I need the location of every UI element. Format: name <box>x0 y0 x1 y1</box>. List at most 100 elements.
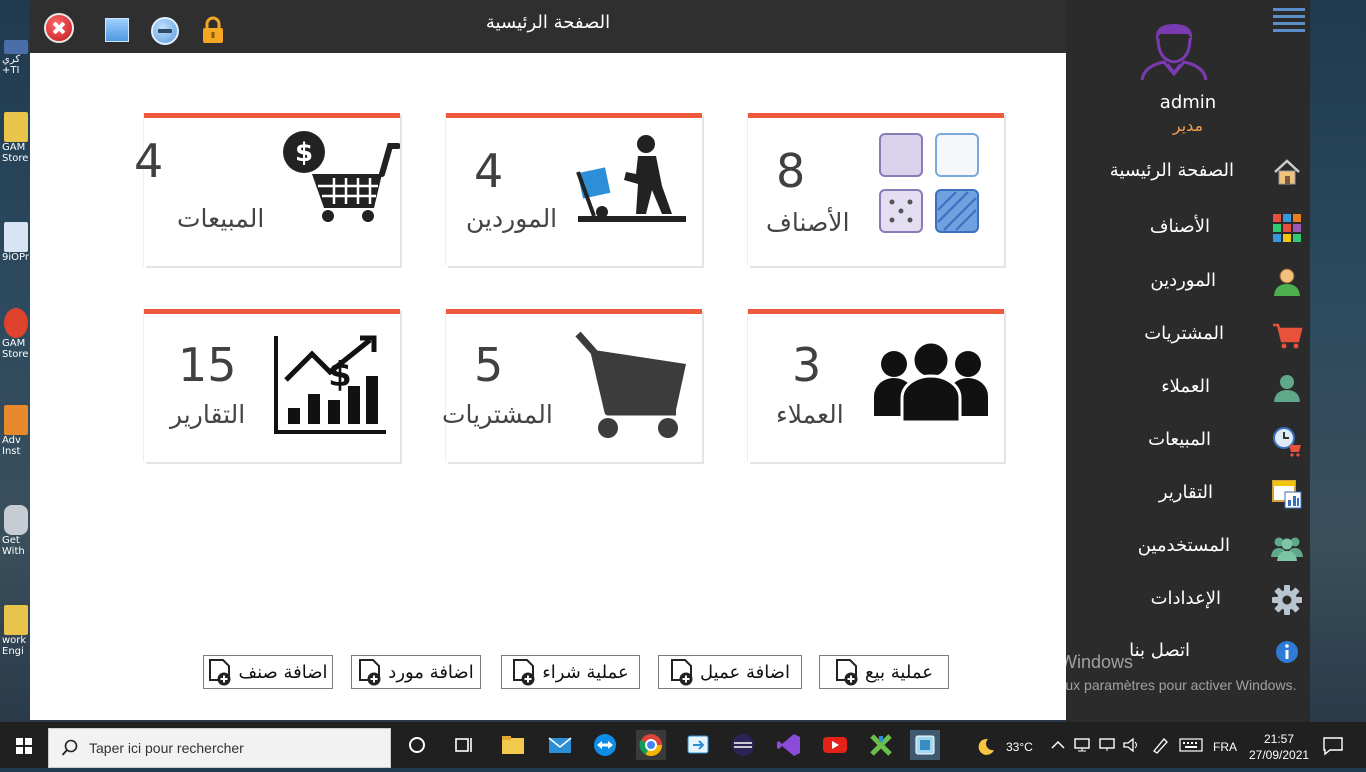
weather-temperature[interactable]: 33°C <box>1006 740 1033 754</box>
add-supplier-button[interactable]: اضافة مورد <box>351 655 481 689</box>
task-view-icon[interactable] <box>402 730 432 760</box>
card-categories[interactable]: 8 الأصناف <box>748 113 1004 266</box>
add-document-icon <box>513 659 535 686</box>
nav-label: الإعدادات <box>1150 588 1221 609</box>
nav-label: اتصل بنا <box>1129 640 1190 661</box>
desktop-icon[interactable]: work Engi <box>2 605 32 657</box>
user-name: admin <box>1159 92 1217 113</box>
card-sales[interactable]: 4 المبيعات $ <box>134 113 400 266</box>
activation-watermark-title: Activer Windows <box>1000 652 1134 672</box>
pen-icon[interactable] <box>1150 736 1170 754</box>
card-value: 3 <box>792 338 822 392</box>
eclipse-icon[interactable] <box>728 730 758 760</box>
start-button[interactable] <box>0 722 48 768</box>
nav-item-sales[interactable]: المبيعات <box>1066 421 1310 461</box>
card-value: 4 <box>474 144 504 198</box>
cart-icon <box>1273 323 1303 349</box>
activation-watermark-text: Accédez aux paramètres pour activer Wind… <box>1000 677 1297 693</box>
clock-date[interactable]: 27/09/2021 <box>1249 748 1309 762</box>
mail-icon[interactable] <box>545 730 575 760</box>
nav-item-home[interactable]: الصفحة الرئيسية <box>1066 152 1310 192</box>
volume-icon[interactable] <box>1121 737 1141 753</box>
window-title: الصفحة الرئيسية <box>485 12 611 33</box>
nav-item-settings[interactable]: الإعدادات <box>1066 580 1310 620</box>
users-group-icon <box>1271 537 1303 561</box>
nav-label: الموردين <box>1150 270 1216 291</box>
keyboard-icon[interactable] <box>1179 738 1203 752</box>
nav-item-users[interactable]: المستخدمين <box>1066 527 1310 567</box>
desktop-icon[interactable]: 9iOPr <box>2 222 32 263</box>
active-app-icon[interactable] <box>910 730 940 760</box>
shopping-cart-icon <box>575 331 686 438</box>
sale-operation-button[interactable]: عملية بيع <box>819 655 949 689</box>
tray-chevron-up-icon[interactable] <box>1049 738 1067 752</box>
desktop-icon[interactable]: GAM Store <box>2 112 32 164</box>
growth-chart-icon: $ <box>274 335 386 434</box>
nav-label: العملاء <box>1161 376 1210 397</box>
gear-icon <box>1272 585 1302 615</box>
add-document-icon <box>209 659 231 686</box>
customer-person-icon <box>1274 375 1300 402</box>
nav-label: التقارير <box>1158 482 1213 503</box>
card-value: 8 <box>776 144 806 198</box>
sales-clock-cart-icon <box>1273 427 1301 457</box>
card-value: 5 <box>474 338 504 392</box>
info-icon <box>1276 641 1298 663</box>
desktop-icon[interactable]: GAM Store <box>2 308 32 360</box>
main-content: 4 المبيعات $ 4 الموردين 8 الأصناف 15 الت… <box>30 53 1066 720</box>
desktop-icon[interactable]: Get With <box>2 505 32 557</box>
hand-truck-icon <box>576 135 686 222</box>
card-label: الموردين <box>466 204 558 233</box>
card-value: 4 <box>134 134 164 188</box>
app-cross-icon[interactable] <box>866 730 896 760</box>
add-document-icon <box>359 659 381 686</box>
nav-item-suppliers[interactable]: الموردين <box>1066 262 1310 302</box>
taskbar: Taper ici pour rechercher 33°C FRA 21:57… <box>0 722 1366 768</box>
nav-item-reports[interactable]: التقارير <box>1066 474 1310 514</box>
taskbar-search-input[interactable]: Taper ici pour rechercher <box>48 728 391 768</box>
timeline-icon[interactable] <box>449 730 479 760</box>
teamviewer-icon[interactable] <box>590 730 620 760</box>
home-icon <box>1274 159 1300 185</box>
customers-group-icon <box>874 340 988 422</box>
card-suppliers[interactable]: 4 الموردين <box>446 113 702 266</box>
user-role: مدير <box>1172 116 1204 135</box>
card-purchases[interactable]: 5 المشتريات <box>442 309 702 462</box>
network-icon[interactable] <box>1073 737 1093 753</box>
desktop-icon[interactable]: كري +TI <box>2 40 32 76</box>
windows-logo-icon <box>16 738 32 754</box>
add-category-button[interactable]: اضافة صنف <box>203 655 333 689</box>
cart-dollar-icon: $ <box>283 131 400 222</box>
categories-grid-icon <box>879 133 979 233</box>
display-icon[interactable] <box>1097 737 1117 753</box>
remote-app-icon[interactable] <box>683 730 713 760</box>
sidebar: admin مدير الصفحة الرئيسية الأصناف المور… <box>1066 0 1310 722</box>
clock-time[interactable]: 21:57 <box>1264 732 1294 746</box>
categories-icon <box>1273 214 1301 242</box>
card-value: 15 <box>178 338 237 392</box>
svg-text:$: $ <box>295 138 313 168</box>
hamburger-menu-icon[interactable] <box>1273 8 1305 34</box>
nav-label: المشتريات <box>1144 323 1224 344</box>
card-label: التقارير <box>170 400 246 429</box>
card-reports[interactable]: 15 التقارير $ <box>144 309 400 462</box>
card-label: المبيعات <box>177 204 265 233</box>
nav-item-purchases[interactable]: المشتريات <box>1066 315 1310 355</box>
add-document-icon <box>836 659 858 686</box>
notifications-icon[interactable] <box>1322 736 1344 756</box>
youtube-icon[interactable] <box>820 730 850 760</box>
chrome-icon[interactable] <box>636 730 666 760</box>
nav-item-customers[interactable]: العملاء <box>1066 368 1310 408</box>
card-label: العملاء <box>776 400 844 429</box>
purchase-operation-button[interactable]: عملية شراء <box>501 655 640 689</box>
weather-moon-icon <box>978 738 994 755</box>
add-customer-button[interactable]: اضافة عميل <box>658 655 802 689</box>
file-explorer-icon[interactable] <box>498 730 528 760</box>
svg-text:$: $ <box>328 355 352 395</box>
nav-item-categories[interactable]: الأصناف <box>1066 208 1310 248</box>
card-customers[interactable]: 3 العملاء <box>748 309 1004 462</box>
desktop-icon[interactable]: Adv Inst <box>2 405 32 457</box>
visual-studio-icon[interactable] <box>774 730 804 760</box>
nav-label: المبيعات <box>1148 429 1211 450</box>
input-language[interactable]: FRA <box>1213 740 1237 754</box>
